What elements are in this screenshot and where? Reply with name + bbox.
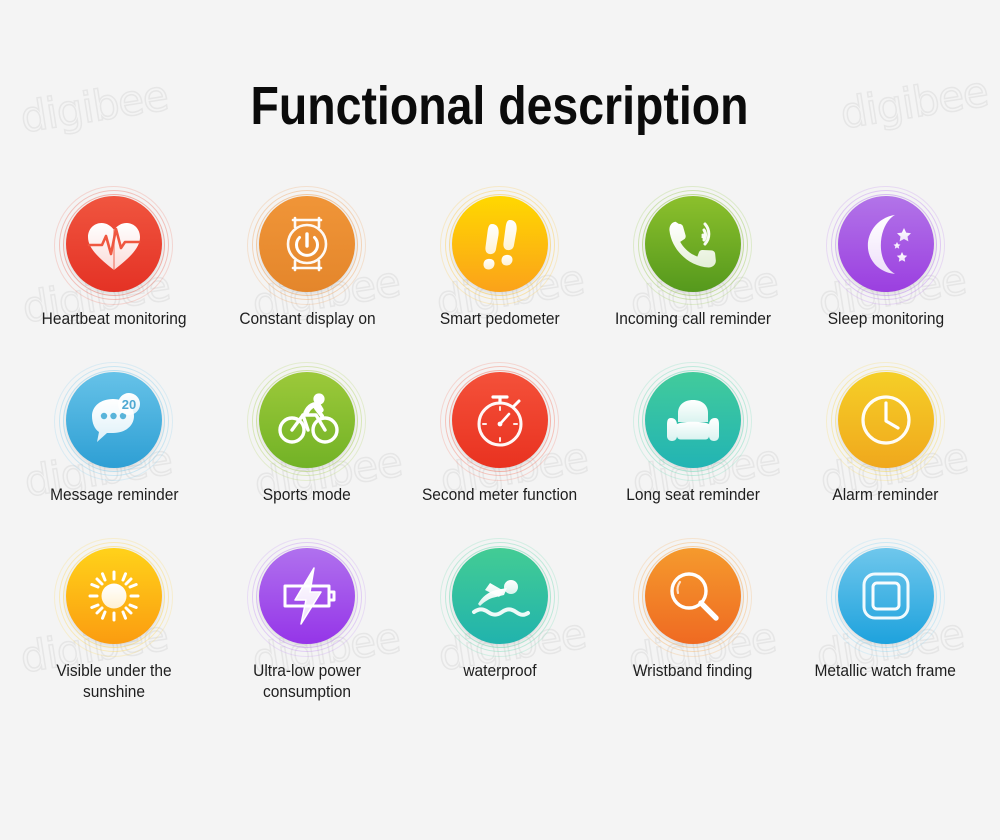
feature-icon-badge[interactable]: [439, 362, 559, 481]
armchair-icon: [645, 372, 741, 468]
feature-icon-badge[interactable]: [54, 538, 174, 657]
feature-item[interactable]: Metallic watch frame: [789, 538, 982, 724]
feature-item[interactable]: Wristband finding: [596, 538, 789, 724]
page-title-container: Functional description: [0, 78, 1000, 134]
phone-call-icon: [645, 196, 741, 292]
svg-text:20: 20: [122, 397, 136, 412]
feature-icon-badge[interactable]: [247, 186, 367, 305]
feature-icon-badge[interactable]: [54, 186, 174, 305]
battery-bolt-icon: [259, 548, 355, 644]
feature-icon-badge[interactable]: [632, 186, 752, 305]
moon-stars-icon: [838, 196, 934, 292]
feature-grid: Heartbeat monitoring Constant display on S…: [18, 186, 982, 724]
watch-power-icon: [259, 196, 355, 292]
feature-label: Sleep monitoring: [827, 310, 944, 328]
feature-label: Heartbeat monitoring: [41, 310, 187, 328]
feature-label: Visible under the sunshine: [56, 662, 173, 701]
feature-label: Constant display on: [239, 310, 376, 328]
feature-item[interactable]: Long seat reminder: [596, 362, 789, 548]
feature-item[interactable]: Constant display on: [211, 186, 404, 372]
feature-label: Wristband finding: [633, 662, 753, 680]
feature-label: Incoming call reminder: [614, 310, 771, 328]
feature-label: Ultra-low power consumption: [253, 662, 362, 701]
feature-label: Message reminder: [50, 486, 179, 504]
feature-item[interactable]: Ultra-low power consumption: [211, 538, 404, 724]
magnifier-icon: [645, 548, 741, 644]
feature-item[interactable]: Alarm reminder: [789, 362, 982, 548]
feature-item[interactable]: Visible under the sunshine: [18, 538, 211, 724]
feature-icon-badge[interactable]: [247, 362, 367, 481]
feature-icon-badge[interactable]: 20: [54, 362, 174, 481]
feature-label: Smart pedometer: [440, 310, 560, 328]
feature-icon-badge[interactable]: [825, 362, 945, 481]
page-root: digibee digibee digibee digibee digibee …: [0, 0, 1000, 840]
heart-pulse-icon: [66, 196, 162, 292]
swimmer-icon: [452, 548, 548, 644]
feature-item[interactable]: waterproof: [404, 538, 597, 724]
watch-frame-icon: [838, 548, 934, 644]
feature-icon-badge[interactable]: [632, 538, 752, 657]
page-title: Functional description: [251, 76, 749, 136]
feature-label: Alarm reminder: [832, 486, 939, 504]
feature-icon-badge[interactable]: [247, 538, 367, 657]
feature-item[interactable]: Sleep monitoring: [789, 186, 982, 372]
stopwatch-icon: [452, 372, 548, 468]
feature-item[interactable]: 20 Message reminder: [18, 362, 211, 548]
feature-label: Second meter function: [422, 486, 578, 504]
feature-label: Metallic watch frame: [814, 662, 957, 680]
feature-label: Long seat reminder: [625, 486, 760, 504]
feature-label: waterproof: [463, 662, 537, 680]
feature-item[interactable]: Smart pedometer: [404, 186, 597, 372]
message-bubble-icon: 20: [66, 372, 162, 468]
feature-label: Sports mode: [263, 486, 352, 504]
feature-icon-badge[interactable]: [632, 362, 752, 481]
feature-item[interactable]: Sports mode: [211, 362, 404, 548]
sun-icon: [66, 548, 162, 644]
feature-icon-badge[interactable]: [439, 538, 559, 657]
feature-icon-badge[interactable]: [825, 538, 945, 657]
feature-item[interactable]: Heartbeat monitoring: [18, 186, 211, 372]
feature-icon-badge[interactable]: [439, 186, 559, 305]
cyclist-icon: [259, 372, 355, 468]
feature-icon-badge[interactable]: [825, 186, 945, 305]
feature-item[interactable]: Incoming call reminder: [596, 186, 789, 372]
feature-item[interactable]: Second meter function: [404, 362, 597, 548]
clock-icon: [838, 372, 934, 468]
footprints-icon: [452, 196, 548, 292]
